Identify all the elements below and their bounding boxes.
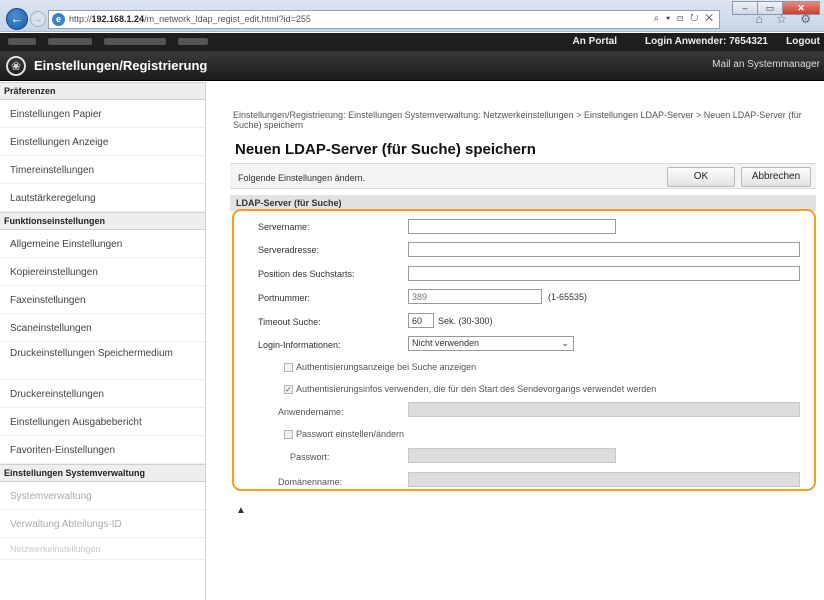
home-star-gear-icons[interactable]: ⌂ ☆ ⚙ <box>756 12 816 26</box>
set-password-label: Passwort einstellen/ändern <box>296 429 405 439</box>
auth-reuse-label: Authentisierungsinfos verwenden, die für… <box>296 384 657 394</box>
sidebar-item-fax[interactable]: Faxeinstellungen <box>0 286 205 314</box>
server-name-input[interactable] <box>408 219 616 234</box>
device-info-bar <box>8 38 208 45</box>
sidebar-item-common[interactable]: Allgemeine Einstellungen <box>0 230 205 258</box>
login-info-selected: Nicht verwenden <box>412 338 480 348</box>
search-start-label: Position des Suchstarts: <box>258 269 355 279</box>
sidebar-heading-system: Einstellungen Systemverwaltung <box>0 464 205 482</box>
password-label: Passwort: <box>290 452 330 462</box>
timeout-unit-hint: Sek. (30-300) <box>438 316 493 326</box>
sidebar-item-scan[interactable]: Scaneinstellungen <box>0 314 205 342</box>
username-label: Anwendername: <box>278 407 344 417</box>
mail-admin-link[interactable]: Mail an Systemmanager <box>712 59 820 70</box>
settings-logo-icon: ❀ <box>6 56 26 76</box>
browser-logo-icon: e <box>52 13 65 26</box>
sidebar-item-copy[interactable]: Kopiereinstellungen <box>0 258 205 286</box>
sidebar-item-display[interactable]: Einstellungen Anzeige <box>0 128 205 156</box>
instruction-text: Folgende Einstellungen ändern. <box>238 173 366 183</box>
auth-reuse-checkbox[interactable]: ✓ <box>284 385 293 394</box>
sidebar-menu: Präferenzen Einstellungen Papier Einstel… <box>0 82 206 600</box>
sidebar-item-paper[interactable]: Einstellungen Papier <box>0 100 205 128</box>
server-address-input[interactable] <box>408 242 800 257</box>
sidebar-item-favorites[interactable]: Favoriten-Einstellungen <box>0 436 205 464</box>
to-portal-link[interactable]: An Portal <box>573 36 617 47</box>
logout-link[interactable]: Logout <box>786 36 820 47</box>
action-bar: Folgende Einstellungen ändern. OK Abbrec… <box>230 163 816 189</box>
sidebar-item-volume[interactable]: Lautstärkeregelung <box>0 184 205 212</box>
username-input[interactable] <box>408 402 800 417</box>
auth-prompt-checkbox[interactable] <box>284 363 293 372</box>
chevron-down-icon: ⌄ <box>561 338 569 348</box>
sidebar-heading-preferences: Präferenzen <box>0 82 205 100</box>
sidebar-item-system[interactable]: Systemverwaltung <box>0 482 205 510</box>
minimize-icon[interactable]: – <box>732 1 758 15</box>
sidebar-item-media-print[interactable]: Druckeinstellungen Speichermedium <box>0 342 205 380</box>
sidebar-item-printer[interactable]: Druckereinstellungen <box>0 380 205 408</box>
page-title: Neuen LDAP-Server (für Suche) speichern <box>235 141 536 158</box>
url-text: http://192.168.1.24/m_network_ldap_regis… <box>69 14 311 24</box>
app-title: Einstellungen/Registrierung <box>34 58 208 73</box>
address-bar[interactable]: e http://192.168.1.24/m_network_ldap_reg… <box>48 10 720 29</box>
main-content: Einstellungen/Registrierung: Einstellung… <box>206 82 824 600</box>
server-address-label: Serveradresse: <box>258 245 320 255</box>
port-input[interactable] <box>408 289 542 304</box>
address-tools-icons[interactable]: ⌕ ▾ ⊡ ↻ ✕ <box>654 13 715 24</box>
login-info-select[interactable]: Nicht verwenden ⌄ <box>408 336 574 351</box>
sidebar-item-timer[interactable]: Timereinstellungen <box>0 156 205 184</box>
server-name-label: Servername: <box>258 222 310 232</box>
sidebar-item-network[interactable]: Netzwerkeinstellungen <box>0 538 205 560</box>
port-range-hint: (1-65535) <box>548 292 588 302</box>
browser-titlebar: – ▭ ✕ ← → e http://192.168.1.24/m_networ… <box>0 0 824 32</box>
cancel-button[interactable]: Abbrechen <box>741 167 811 187</box>
login-info-label: Login-Informationen: <box>258 340 341 350</box>
breadcrumb: Einstellungen/Registrierung: Einstellung… <box>233 110 802 130</box>
login-user-label: Login Anwender: 7654321 <box>645 36 768 47</box>
scroll-top-icon[interactable]: ▲ <box>236 505 246 516</box>
forward-arrow-icon[interactable]: → <box>30 11 46 27</box>
sidebar-item-report[interactable]: Einstellungen Ausgabebericht <box>0 408 205 436</box>
port-label: Portnummer: <box>258 293 311 303</box>
domain-label: Domänenname: <box>278 477 343 487</box>
app-titlebar: ❀ Einstellungen/Registrierung Mail an Sy… <box>0 51 824 81</box>
auth-prompt-label: Authentisierungsanzeige bei Suche anzeig… <box>296 362 477 372</box>
sidebar-item-department-id[interactable]: Verwaltung Abteilungs-ID <box>0 510 205 538</box>
search-start-input[interactable] <box>408 266 800 281</box>
password-input[interactable] <box>408 448 616 463</box>
domain-input[interactable] <box>408 472 800 487</box>
timeout-label: Timeout Suche: <box>258 317 321 327</box>
sidebar-heading-functions: Funktionseinstellungen <box>0 212 205 230</box>
set-password-checkbox[interactable] <box>284 430 293 439</box>
timeout-input[interactable] <box>408 313 434 328</box>
section-heading-label: LDAP-Server (für Suche) <box>236 198 342 208</box>
device-topbar: An Portal Login Anwender: 7654321 Logout <box>0 33 824 51</box>
back-arrow-icon[interactable]: ← <box>6 8 28 30</box>
ok-button[interactable]: OK <box>667 167 735 187</box>
